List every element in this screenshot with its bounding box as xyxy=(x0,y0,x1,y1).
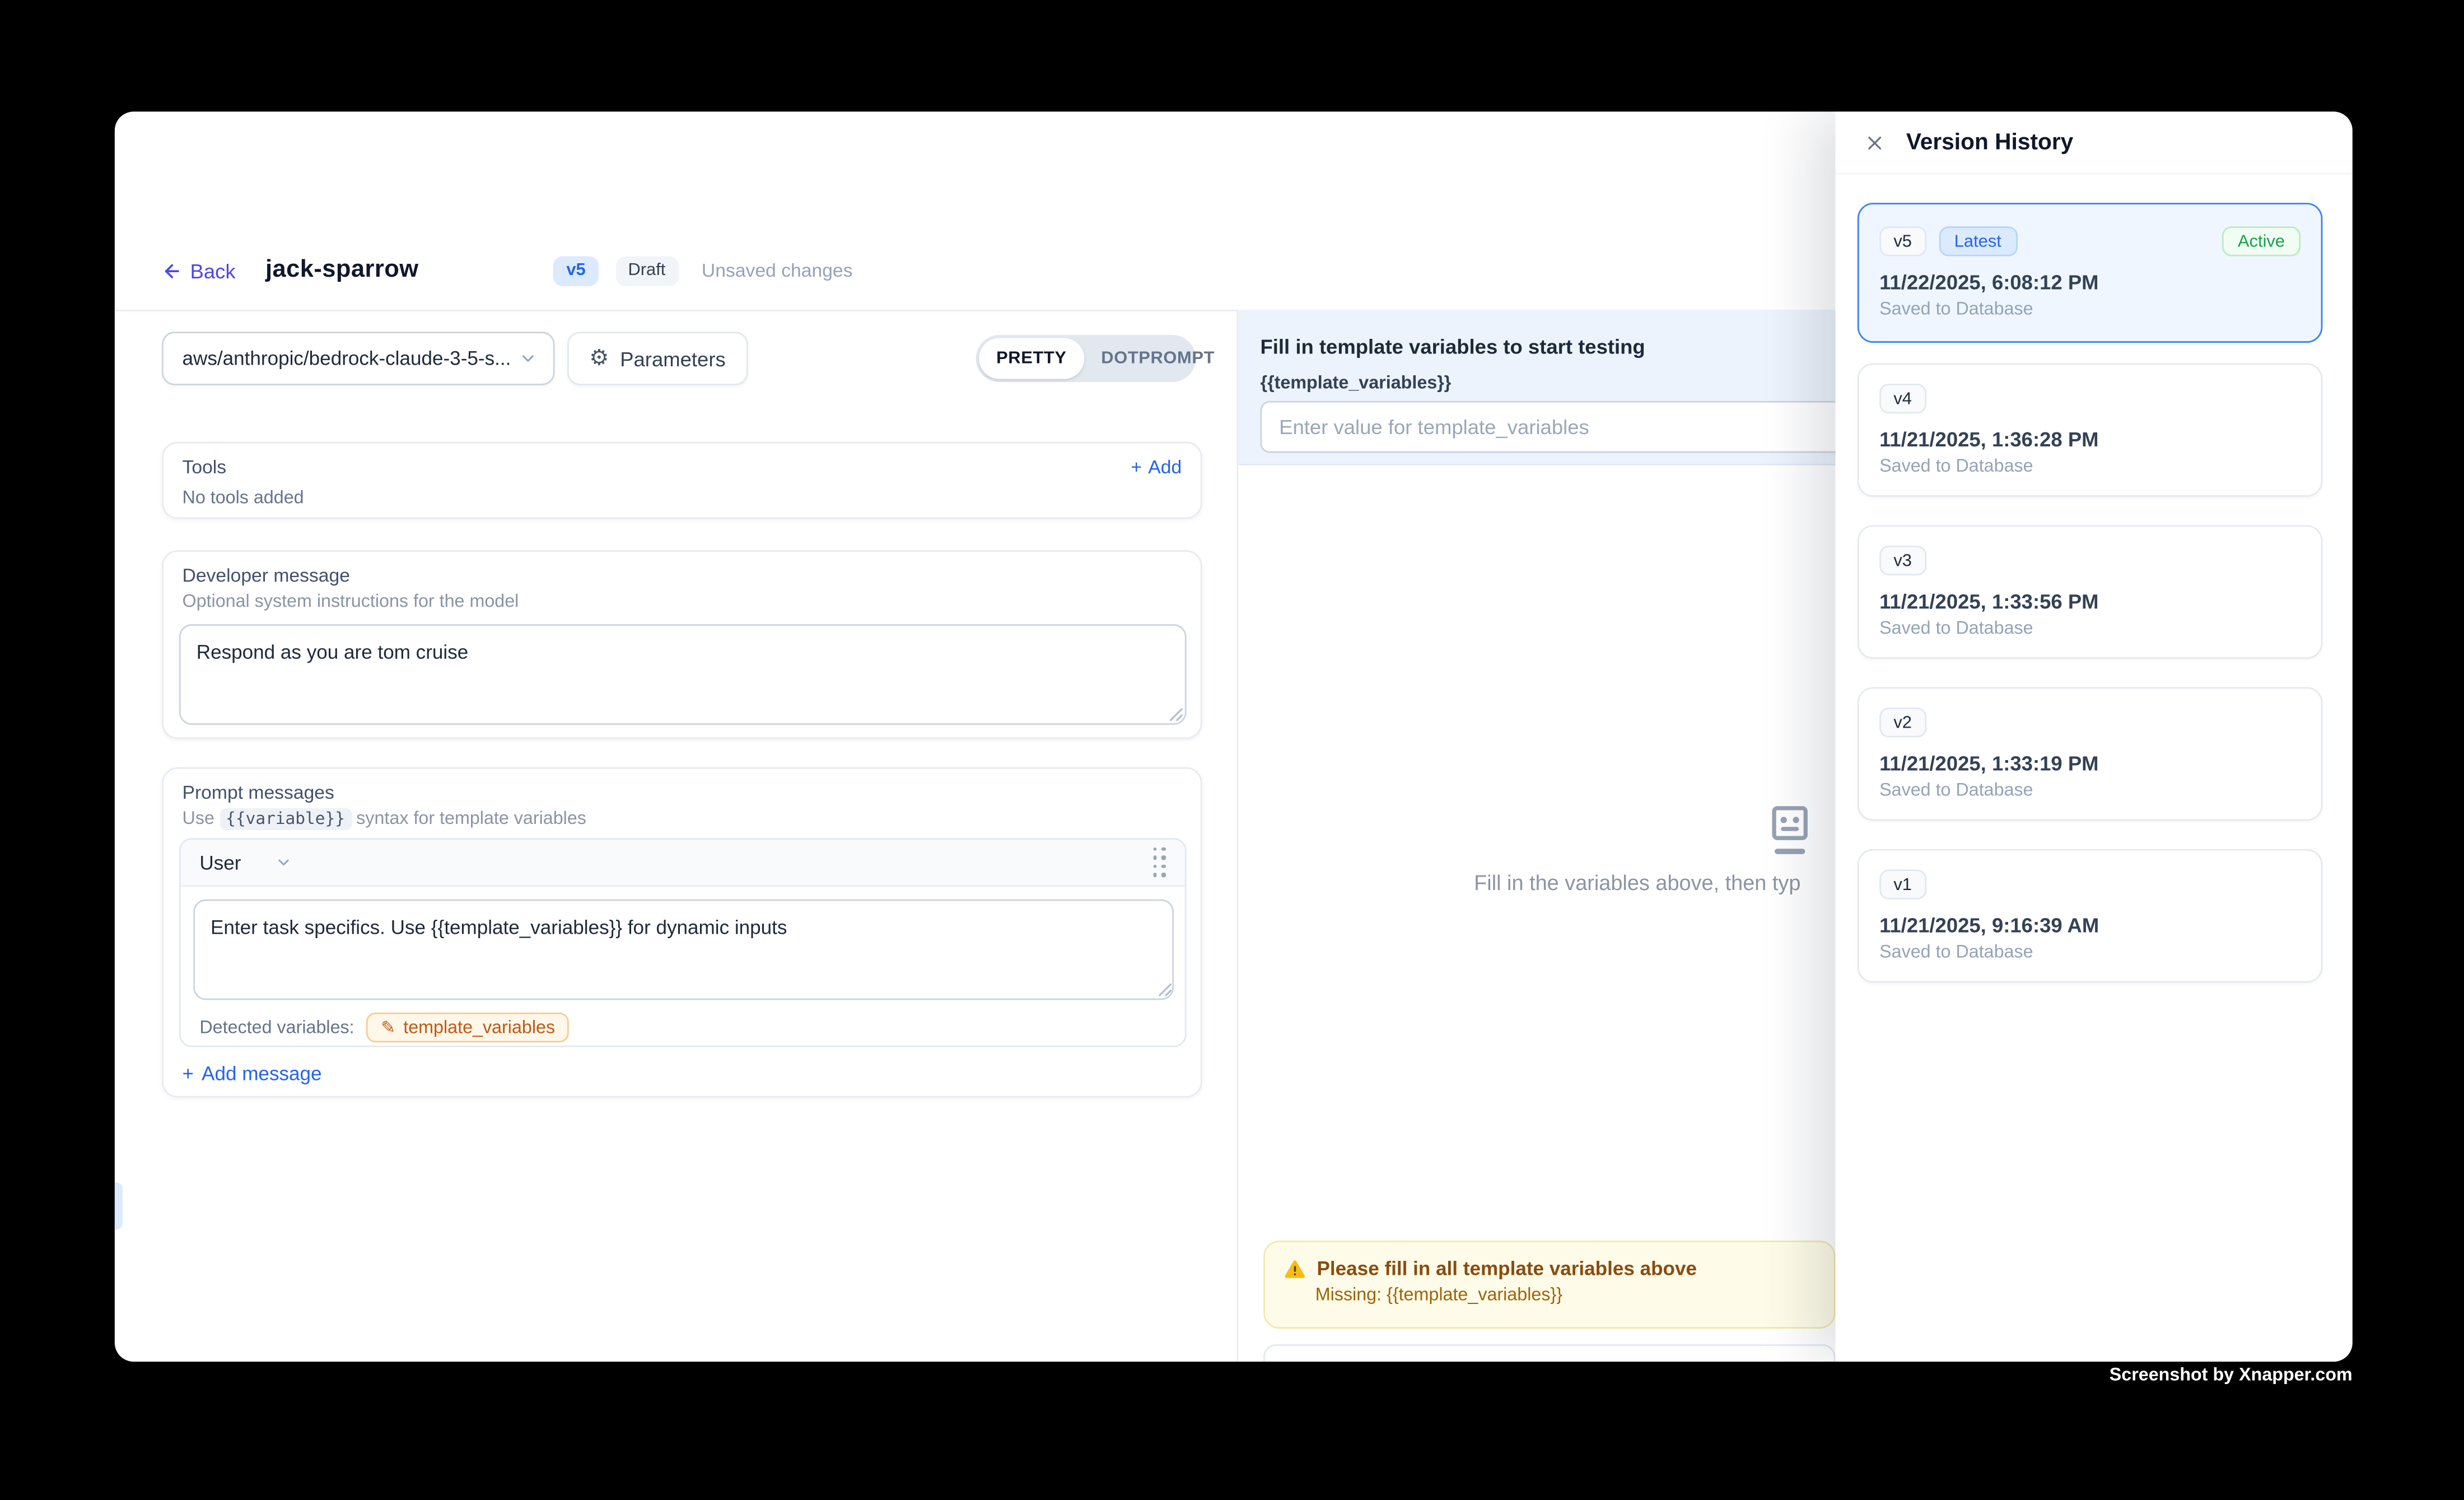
version-card[interactable]: v3 11/21/2025, 1:33:56 PM Saved to Datab… xyxy=(1858,525,2323,659)
version-card[interactable]: v1 11/21/2025, 9:16:39 AM Saved to Datab… xyxy=(1858,849,2323,983)
developer-message-subtitle: Optional system instructions for the mod… xyxy=(183,593,519,612)
template-warning: Please fill in all template variables ab… xyxy=(1263,1241,1835,1329)
model-select-value: aws/anthropic/bedrock-claude-3-5-s... xyxy=(183,347,519,369)
page-title: jack-sparrow xyxy=(265,257,419,285)
close-icon[interactable] xyxy=(1862,130,1887,155)
version-card[interactable]: v4 11/21/2025, 1:36:28 PM Saved to Datab… xyxy=(1858,363,2323,497)
version-history-header: Version History xyxy=(1836,111,2353,174)
watermark: Screenshot by Xnapper.com xyxy=(2110,1366,2353,1385)
version-date: 11/22/2025, 6:08:12 PM xyxy=(1879,271,2300,294)
version-number-badge: v4 xyxy=(1879,384,1926,413)
pencil-icon: ✎ xyxy=(381,1019,395,1036)
back-arrow-icon xyxy=(162,260,182,281)
template-variable-input[interactable] xyxy=(1261,401,1936,453)
version-number-badge: v3 xyxy=(1879,546,1926,575)
version-card-chips: v2 xyxy=(1879,707,2300,737)
version-card-chips: v5 Latest Active xyxy=(1879,226,2300,256)
chevron-down-icon xyxy=(519,349,538,368)
format-toggle-dotprompt[interactable]: DOTPROMPT xyxy=(1084,338,1232,379)
plus-icon: + xyxy=(183,1063,194,1085)
plus-icon: + xyxy=(1131,456,1142,478)
version-date: 11/21/2025, 9:16:39 AM xyxy=(1879,914,2300,937)
bot-icon xyxy=(1770,805,1810,858)
tools-title: Tools xyxy=(183,456,227,478)
warning-missing: Missing: {{template_variables}} xyxy=(1315,1286,1815,1305)
version-date: 11/21/2025, 1:33:56 PM xyxy=(1879,590,2300,613)
latest-badge: Latest xyxy=(1939,226,2017,256)
add-message-button[interactable]: + Add message xyxy=(183,1063,322,1085)
template-variable-name: template_variables xyxy=(403,1018,555,1037)
add-message-label: Add message xyxy=(202,1063,321,1085)
version-number-badge: v5 xyxy=(1879,226,1926,256)
draft-badge: Draft xyxy=(615,255,678,285)
warning-row: Please fill in all template variables ab… xyxy=(1284,1258,1815,1280)
parameters-label: Parameters xyxy=(620,347,726,370)
template-variable-chip[interactable]: ✎ template_variables xyxy=(367,1013,569,1042)
format-toggle: PRETTY DOTPROMPT xyxy=(976,335,1196,382)
version-list: v5 Latest Active 11/22/2025, 6:08:12 PM … xyxy=(1858,203,2323,1011)
add-tool-button[interactable]: + Add xyxy=(1131,456,1182,478)
version-card-chips: v4 xyxy=(1879,384,2300,413)
version-card-chips: v3 xyxy=(1879,546,2300,575)
add-tool-label: Add xyxy=(1148,456,1182,478)
version-date: 11/21/2025, 1:33:19 PM xyxy=(1879,752,2300,775)
version-card[interactable]: v2 11/21/2025, 1:33:19 PM Saved to Datab… xyxy=(1858,687,2323,821)
developer-message-textarea[interactable]: Respond as you are tom cruise xyxy=(179,624,1187,725)
prompt-messages-title: Prompt messages xyxy=(183,781,334,803)
format-toggle-pretty[interactable]: PRETTY xyxy=(979,338,1084,379)
active-badge: Active xyxy=(2222,226,2300,256)
version-badge: v5 xyxy=(554,255,598,285)
unsaved-changes-label: Unsaved changes xyxy=(702,259,853,281)
page-header: Back jack-sparrow v5 Draft Unsaved chang… xyxy=(162,251,853,289)
tools-card: Tools + Add No tools added xyxy=(162,442,1202,519)
message-role-value: User xyxy=(199,851,241,873)
prompt-messages-card: Prompt messages Use {{variable}} syntax … xyxy=(162,767,1202,1097)
empty-state-text: Fill in the variables above, then typ xyxy=(1474,871,1800,895)
back-button[interactable]: Back xyxy=(162,259,236,282)
chat-input-partial[interactable] xyxy=(1263,1344,1835,1362)
warning-icon xyxy=(1284,1259,1306,1279)
message-role-select[interactable]: User xyxy=(199,851,293,873)
prompt-messages-subtitle: Use {{variable}} syntax for template var… xyxy=(183,810,586,829)
version-number-badge: v1 xyxy=(1879,869,1926,899)
back-label: Back xyxy=(190,259,236,282)
version-history-panel: Version History v5 Latest Active 11/22/2… xyxy=(1836,111,2353,1362)
version-date: 11/21/2025, 1:36:28 PM xyxy=(1879,428,2300,451)
screenshot-stage: Back jack-sparrow v5 Draft Unsaved chang… xyxy=(0,0,2464,1500)
model-select[interactable]: aws/anthropic/bedrock-claude-3-5-s... xyxy=(162,332,555,385)
developer-message-card: Developer message Optional system instru… xyxy=(162,550,1202,739)
detected-variables-row: Detected variables: ✎ template_variables xyxy=(199,1013,569,1042)
variable-syntax-chip: {{variable}} xyxy=(220,808,351,830)
version-status: Saved to Database xyxy=(1879,458,2300,477)
app-window: Back jack-sparrow v5 Draft Unsaved chang… xyxy=(115,111,2353,1362)
edge-pill-decoration xyxy=(115,1182,123,1229)
developer-message-title: Developer message xyxy=(183,565,351,586)
version-status: Saved to Database xyxy=(1879,300,2300,319)
parameters-button[interactable]: ⚙︎ Parameters xyxy=(567,332,748,385)
template-variable-label: {{template_variables}} xyxy=(1261,374,1452,393)
version-card[interactable]: v5 Latest Active 11/22/2025, 6:08:12 PM … xyxy=(1858,203,2323,343)
syntax-prefix: Use xyxy=(183,810,214,829)
drag-handle-icon[interactable] xyxy=(1152,847,1166,878)
version-status: Saved to Database xyxy=(1879,619,2300,639)
version-status: Saved to Database xyxy=(1879,943,2300,962)
warning-title: Please fill in all template variables ab… xyxy=(1317,1258,1697,1280)
message-header: User xyxy=(181,840,1185,887)
syntax-suffix: syntax for template variables xyxy=(356,810,586,829)
version-history-title: Version History xyxy=(1906,130,2074,155)
tools-empty-label: No tools added xyxy=(183,488,304,507)
message-block: User Enter task specifics. Use {{templat… xyxy=(179,838,1187,1047)
version-card-chips: v1 xyxy=(1879,869,2300,899)
gear-icon: ⚙︎ xyxy=(589,347,609,369)
version-status: Saved to Database xyxy=(1879,781,2300,800)
detected-variables-label: Detected variables: xyxy=(199,1018,354,1037)
chevron-down-icon xyxy=(276,854,293,871)
fill-variables-title: Fill in template variables to start test… xyxy=(1261,335,1645,358)
version-number-badge: v2 xyxy=(1879,707,1926,737)
message-textarea[interactable]: Enter task specifics. Use {{template_var… xyxy=(193,900,1174,1000)
